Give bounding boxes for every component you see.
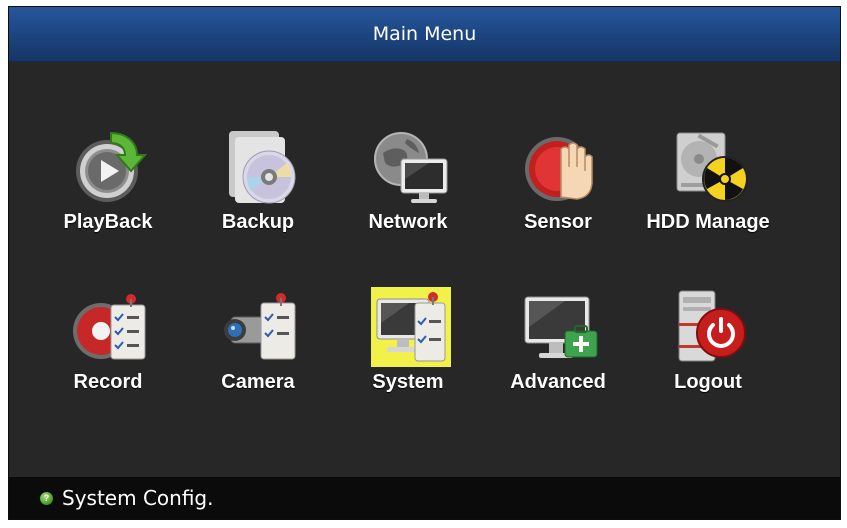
system-checklist-icon [371, 287, 451, 367]
menu-item-backup[interactable]: Backup [183, 119, 333, 279]
menu-item-label: PlayBack [63, 211, 153, 233]
menu-item-playback[interactable]: PlayBack [33, 119, 183, 279]
menu-item-label: Backup [221, 211, 295, 233]
menu-item-record[interactable]: Record [33, 279, 183, 439]
sensor-hand-icon [521, 127, 601, 207]
menu-item-label: Advanced [510, 371, 606, 393]
menu-item-label: Camera [221, 371, 295, 393]
logout-power-icon [671, 287, 751, 367]
menu-item-label: Logout [674, 371, 742, 393]
window-title: Main Menu [372, 23, 477, 45]
main-menu-window: Main Menu PlayBack Backup Network Sensor… [8, 6, 841, 520]
record-checklist-icon [71, 287, 151, 367]
status-text: System Config. [62, 486, 214, 510]
menu-item-advanced[interactable]: Advanced [483, 279, 633, 439]
menu-item-camera[interactable]: Camera [183, 279, 333, 439]
camera-checklist-icon [221, 287, 301, 367]
status-bar: ? System Config. [9, 477, 840, 519]
menu-item-hdd-manage[interactable]: HDD Manage [633, 119, 783, 279]
menu-item-network[interactable]: Network [333, 119, 483, 279]
backup-disc-icon [221, 127, 301, 207]
network-globe-icon [371, 127, 451, 207]
menu-item-logout[interactable]: Logout [633, 279, 783, 439]
menu-item-label: HDD Manage [646, 211, 770, 233]
menu-grid: PlayBack Backup Network Sensor HDD Manag… [33, 119, 813, 439]
menu-item-label: System [372, 371, 444, 393]
hdd-hazard-icon [671, 127, 751, 207]
menu-item-system[interactable]: System [333, 279, 483, 439]
playback-icon [71, 127, 151, 207]
advanced-toolbox-icon [521, 287, 601, 367]
title-bar: Main Menu [9, 7, 840, 62]
menu-item-label: Record [73, 371, 143, 393]
menu-row: PlayBack Backup Network Sensor HDD Manag… [33, 119, 813, 279]
menu-item-label: Network [368, 211, 448, 233]
menu-item-label: Sensor [524, 211, 592, 233]
menu-row: Record Camera System Advanced Logout [33, 279, 813, 439]
menu-item-sensor[interactable]: Sensor [483, 119, 633, 279]
help-dot-icon: ? [40, 491, 53, 505]
